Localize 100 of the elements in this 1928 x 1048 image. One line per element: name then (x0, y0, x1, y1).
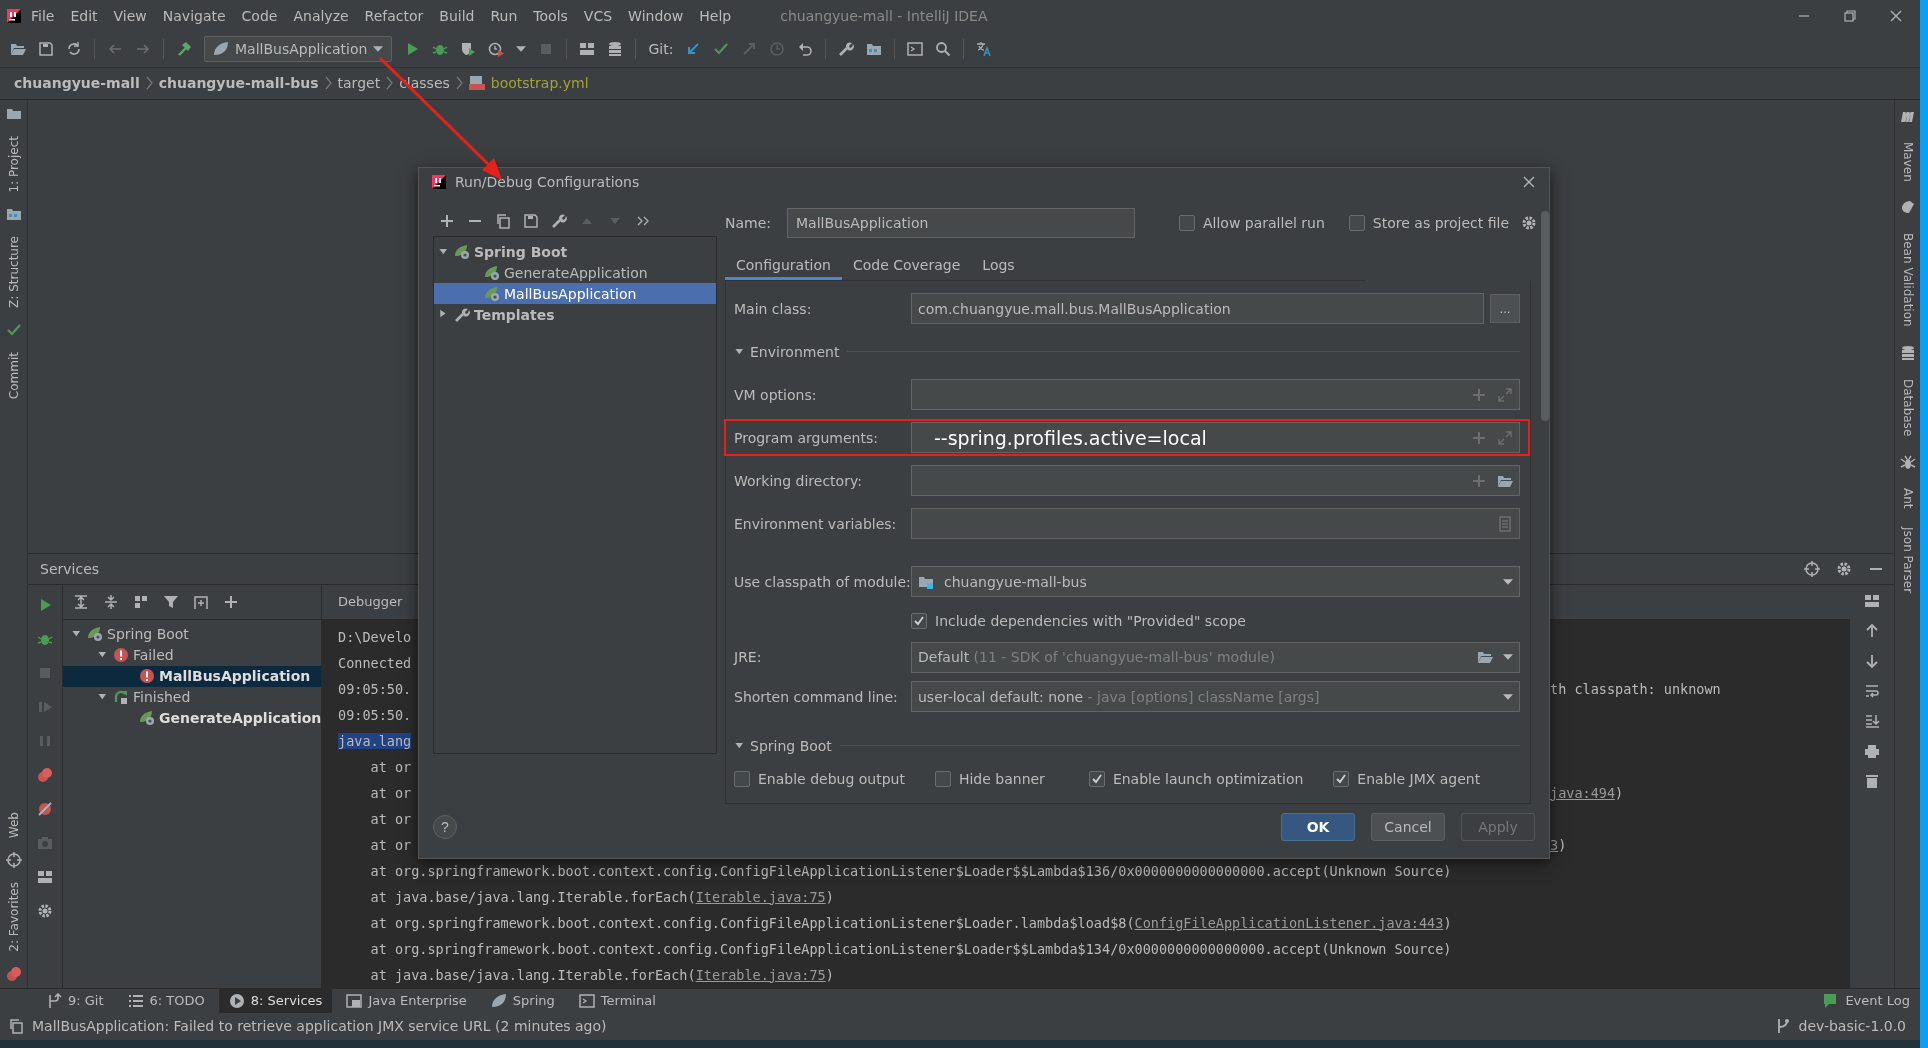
mute-breakpoints-icon[interactable] (37, 800, 53, 817)
copy-icon[interactable] (495, 213, 511, 229)
tool-window-tab[interactable]: 8: Services (218, 988, 333, 1013)
undo-icon[interactable] (797, 41, 814, 58)
caret-icon[interactable] (516, 46, 527, 53)
tool-window-tab[interactable]: 6: TODO (117, 988, 215, 1013)
tool-window-tab[interactable]: 9: Git (36, 988, 114, 1013)
breadcrumb[interactable]: chuangyue-mall-bus (158, 75, 319, 92)
soft-wrap-icon[interactable] (1864, 682, 1880, 699)
checkbox[interactable] (734, 770, 750, 787)
tool-window-tab[interactable]: Json Parser (1900, 526, 1915, 593)
text-field[interactable]: com.chuangyue.mall.bus.MallBusApplication (911, 293, 1484, 324)
open-folder-icon[interactable] (10, 41, 26, 58)
wrench-icon[interactable] (838, 41, 855, 58)
tree-item[interactable]: Spring Boot (63, 623, 321, 645)
add-icon[interactable] (223, 593, 239, 610)
tool-window-tab[interactable]: 2: Favorites (6, 881, 21, 952)
checkbox[interactable] (911, 613, 927, 629)
tree-item[interactable]: Spring Boot (434, 241, 716, 262)
text-field[interactable] (911, 508, 1520, 539)
menu-item[interactable]: Build (432, 7, 482, 24)
tool-window-tab[interactable]: Ant (1900, 488, 1915, 509)
browse-button[interactable]: ... (1490, 294, 1520, 323)
save-icon[interactable] (523, 213, 539, 229)
tab[interactable]: Configuration (725, 252, 842, 280)
scroll-to-end-icon[interactable] (1864, 712, 1880, 729)
tool-window-tab[interactable]: Spring (480, 988, 565, 1013)
tool-window-icon[interactable] (5, 965, 22, 982)
menu-item[interactable]: Help (692, 7, 739, 24)
tree-item[interactable]: GenerateApplication (434, 262, 716, 283)
menu-item[interactable]: Window (621, 7, 691, 24)
menu-item[interactable]: Refactor (357, 7, 431, 24)
help-button[interactable]: ? (433, 815, 457, 839)
settings-icon[interactable] (1521, 215, 1537, 231)
breadcrumb[interactable]: chuangyue-mall (14, 75, 140, 92)
dropdown[interactable]: user-local default: none - java [options] className [args] (911, 681, 1520, 712)
terminal-icon[interactable] (907, 41, 924, 58)
git-branch[interactable]: dev-basic-1.0.0 (1798, 1018, 1906, 1035)
breadcrumb[interactable]: target (337, 75, 381, 92)
breakpoints-icon[interactable] (37, 766, 53, 783)
tree-item[interactable]: GenerateApplication (63, 707, 321, 729)
add-icon[interactable] (439, 213, 455, 229)
project-structure-icon[interactable] (866, 41, 883, 58)
menu-item[interactable]: Code (234, 7, 285, 24)
tree-item[interactable]: Templates (434, 304, 716, 325)
tool-window-tab[interactable]: Web (6, 811, 21, 838)
up-arrow-icon[interactable] (1864, 622, 1880, 639)
menu-item[interactable]: Tools (526, 7, 575, 24)
menu-item[interactable]: View (106, 7, 154, 24)
filter-icon[interactable] (163, 593, 179, 610)
jre-dropdown[interactable]: Default (11 - SDK of 'chuangyue-mall-bus' module) (911, 641, 1520, 673)
close-icon[interactable] (1521, 174, 1537, 190)
tab[interactable]: Logs (971, 252, 1026, 280)
tool-window-icon[interactable] (1899, 199, 1916, 216)
tool-window-icon[interactable] (5, 322, 22, 338)
tool-window-tab[interactable]: 1: Project (6, 135, 21, 193)
hammer-icon[interactable] (176, 41, 192, 58)
menu-item[interactable]: Run (483, 7, 525, 24)
sync-icon[interactable] (66, 41, 82, 58)
layout-icon[interactable] (1864, 592, 1880, 609)
tree-item[interactable]: Finished (63, 686, 321, 708)
tool-window-tab[interactable]: Java Enterprise (336, 988, 477, 1013)
checkbox[interactable] (1333, 770, 1350, 787)
checkbox[interactable] (1088, 770, 1105, 787)
tool-window-tab[interactable]: Bean Validation (1900, 233, 1915, 327)
tab[interactable]: Code Coverage (841, 252, 972, 280)
tool-window-tab[interactable]: Terminal (568, 988, 666, 1013)
tool-window-tab[interactable]: Database (1900, 379, 1915, 437)
down-arrow-icon[interactable] (1864, 652, 1880, 669)
run-configuration-dropdown[interactable]: MallBusApplication (204, 36, 393, 63)
menu-item[interactable]: Analyze (286, 7, 356, 24)
tool-window-icon[interactable] (5, 851, 22, 868)
tool-window-tab[interactable]: Z: Structure (6, 236, 21, 308)
tool-window-icon[interactable] (1899, 454, 1916, 471)
console-tab[interactable]: Debugger (322, 594, 419, 610)
folder-icon[interactable] (1477, 649, 1493, 665)
restore-icon[interactable] (1842, 7, 1858, 24)
dialog-button[interactable]: Cancel (1371, 813, 1445, 841)
settings-icon[interactable] (1836, 560, 1852, 577)
profile-icon[interactable] (488, 41, 505, 58)
menu-item[interactable]: Navigate (155, 7, 233, 24)
tree-item[interactable]: MallBusApplication (434, 283, 716, 304)
menu-item[interactable]: VCS (576, 7, 620, 24)
tool-window-tab[interactable]: Maven (1900, 141, 1915, 182)
layout-icon[interactable] (37, 868, 53, 885)
collapse-all-icon[interactable] (103, 593, 119, 610)
wrench-icon[interactable] (551, 213, 567, 229)
tool-window-tab[interactable]: Commit (6, 352, 21, 400)
menu-item[interactable]: Edit (63, 7, 105, 24)
module-dropdown[interactable]: chuangyue-mall-bus (911, 566, 1520, 597)
tool-window-icon[interactable] (1899, 345, 1916, 361)
checkbox[interactable] (1179, 215, 1195, 231)
text-field[interactable] (911, 465, 1520, 496)
expand-all-icon[interactable] (73, 593, 89, 610)
name-field[interactable]: MallBusApplication (787, 208, 1135, 238)
menu-item[interactable]: File (24, 7, 62, 24)
crosshair-icon[interactable] (1804, 560, 1820, 577)
settings-icon[interactable] (37, 902, 53, 919)
trash-icon[interactable] (1864, 772, 1880, 789)
tool-window-icon[interactable] (5, 206, 22, 223)
